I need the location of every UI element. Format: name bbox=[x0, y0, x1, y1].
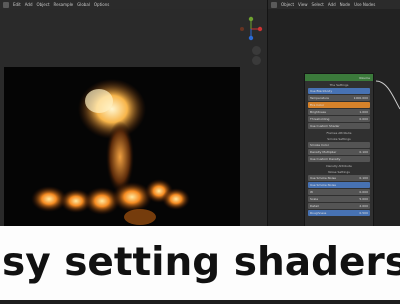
caption-text: sy setting shaders bbox=[0, 226, 400, 300]
node-input-row[interactable]: Use Custom Shader bbox=[308, 123, 370, 129]
node-input-label: Use Blackbody bbox=[310, 89, 333, 93]
node-input-value[interactable]: 1.000 bbox=[359, 110, 368, 114]
node-input-row[interactable]: Use Custom Density bbox=[308, 156, 370, 162]
gizmo-x-axis[interactable] bbox=[257, 26, 263, 32]
node-input-row[interactable]: Thresholding 0.000 bbox=[308, 116, 370, 122]
zoom-icon[interactable] bbox=[252, 46, 261, 55]
node-input-value[interactable]: 0.000 bbox=[359, 190, 368, 194]
node-input-label: Temperature bbox=[310, 96, 330, 100]
node-input-label: Smoke Color bbox=[310, 143, 329, 147]
node-input-row[interactable]: Smoke Color bbox=[308, 142, 370, 148]
node-input-label: Brightness bbox=[310, 110, 326, 114]
resample-dropdown[interactable]: Resample bbox=[54, 2, 74, 7]
menu-select[interactable]: Select bbox=[312, 2, 324, 7]
gizmo-y-axis[interactable] bbox=[248, 16, 254, 22]
node-input-value[interactable]: 0.100 bbox=[359, 176, 368, 180]
menu-node[interactable]: Node bbox=[340, 2, 350, 7]
use-nodes-toggle[interactable]: Use Nodes bbox=[354, 2, 375, 7]
node-section-label: Density Attribute bbox=[326, 164, 352, 168]
node-section-label: Flames Attribute bbox=[326, 131, 352, 135]
render-preview bbox=[4, 67, 240, 227]
node-input-row[interactable]: Temperature 1000.000 bbox=[308, 95, 370, 101]
options-dropdown[interactable]: Options bbox=[94, 2, 109, 7]
explosion-image bbox=[31, 79, 190, 225]
node-section-label: Smoke Settings bbox=[327, 137, 351, 141]
node-input-label: Use Custom Density bbox=[310, 157, 341, 161]
editor-type-icon-2[interactable] bbox=[271, 1, 277, 8]
gizmo-neg-x[interactable] bbox=[240, 27, 244, 31]
node-editor-header: Object View Select Add Node Use Nodes bbox=[268, 0, 400, 9]
node-input-value[interactable]: 1000.000 bbox=[354, 96, 368, 100]
node-input-value[interactable]: 0.500 bbox=[359, 211, 368, 215]
node-input-row[interactable]: W 0.000 bbox=[308, 189, 370, 195]
node-input-row[interactable]: Density Multiplier 0.100 bbox=[308, 149, 370, 155]
node-input-label: W bbox=[310, 190, 313, 194]
gizmo-z-axis[interactable] bbox=[248, 35, 254, 41]
node-input-row[interactable]: Roughness 0.500 bbox=[308, 210, 370, 216]
node-input-row[interactable]: Use Smoke Noise 0.100 bbox=[308, 175, 370, 181]
object-dropdown[interactable]: Object bbox=[281, 2, 294, 7]
node-input-row[interactable]: Fire Color bbox=[308, 102, 370, 108]
node-input-row[interactable]: Detail 2.000 bbox=[308, 203, 370, 209]
node-section-label: Noise Settings bbox=[328, 170, 350, 174]
node-input-label: Detail bbox=[310, 204, 319, 208]
transform-orientation-dropdown[interactable]: Global bbox=[77, 2, 90, 7]
menu-object[interactable]: Object bbox=[37, 2, 50, 7]
menu-edit[interactable]: Edit bbox=[13, 2, 21, 7]
navigation-gizmo[interactable] bbox=[237, 14, 265, 44]
node-input-value[interactable]: 5.000 bbox=[359, 197, 368, 201]
node-input-label: Thresholding bbox=[310, 117, 330, 121]
node-input-value[interactable]: 0.100 bbox=[359, 150, 368, 154]
node-input-label: Roughness bbox=[310, 211, 327, 215]
node-title: Volume bbox=[358, 75, 370, 80]
node-input-label: Use Custom Shader bbox=[310, 124, 340, 128]
node-input-row[interactable]: Use Blackbody bbox=[308, 88, 370, 94]
node-section-label: The Settings bbox=[329, 83, 349, 87]
node-input-label: Scale bbox=[310, 197, 319, 201]
node-input-label: Use Smoke Noise bbox=[310, 176, 336, 180]
node-title-bar[interactable]: Volume bbox=[305, 74, 373, 81]
menu-view[interactable]: View bbox=[298, 2, 308, 7]
viewport-header: Edit Add Object Resample Global Options bbox=[0, 0, 268, 9]
menu-add-node[interactable]: Add bbox=[328, 2, 336, 7]
editor-type-icon[interactable] bbox=[3, 1, 9, 8]
node-input-value[interactable]: 2.000 bbox=[359, 204, 368, 208]
pan-hand-icon[interactable] bbox=[252, 56, 261, 65]
node-input-row[interactable]: Scale 5.000 bbox=[308, 196, 370, 202]
node-input-row[interactable]: Brightness 1.000 bbox=[308, 109, 370, 115]
node-input-label: Use Smoke Noise bbox=[310, 183, 336, 187]
node-input-label: Fire Color bbox=[310, 103, 325, 107]
node-rows: The Settings Use Blackbody Temperature 1000… bbox=[305, 83, 373, 216]
menu-add[interactable]: Add bbox=[25, 2, 33, 7]
node-input-label: Density Multiplier bbox=[310, 150, 337, 154]
node-input-value[interactable]: 0.000 bbox=[359, 117, 368, 121]
node-input-row[interactable]: Use Smoke Noise bbox=[308, 182, 370, 188]
